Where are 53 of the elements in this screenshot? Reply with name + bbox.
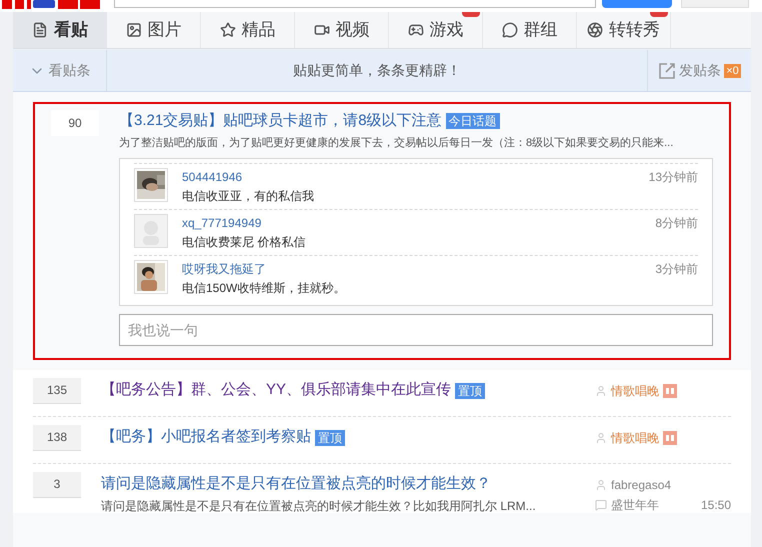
post-title-link[interactable]: 【吧务】小吧报名者签到考察贴 [101, 426, 311, 449]
nav-tab[interactable]: 游戏 [389, 12, 483, 48]
post-title-link[interactable]: 【3.21交易贴】贴吧球员卡超市，请8级以下注意 [119, 110, 442, 132]
comment-time: 13分钟前 [648, 168, 698, 186]
nav-tab[interactable]: 图片 [107, 12, 201, 48]
username-link[interactable]: 504441946 [182, 168, 242, 186]
level-badge-icon [663, 430, 677, 444]
gamepad-icon [408, 22, 424, 38]
post-summary: 为了整洁贴吧的版面，为了贴吧更好更健康的发展下去，交易帖以后每日一发（注：8级以下如果要交易的只能来... [119, 136, 674, 151]
post-title-link[interactable]: 请问是隐藏属性是不是只有在位置被点亮的时候才能生效？ [101, 473, 491, 496]
wheel-icon [587, 22, 603, 38]
new-badge [462, 12, 480, 17]
comment-text: 电信收费莱尼 价格私信 [182, 234, 306, 250]
document-icon [32, 22, 48, 38]
count-badge: ×0 [724, 64, 741, 78]
author-link[interactable]: fabregaso4 [611, 476, 672, 494]
user-icon [595, 384, 607, 396]
nav-tab[interactable]: 看贴 [13, 12, 107, 48]
reply-input-field[interactable]: 我也说一句 [119, 314, 713, 346]
user-icon [595, 432, 607, 444]
reply-count: 138 [33, 424, 81, 450]
comment-text: 电信150W收特维斯，挂就秒。 [182, 280, 346, 296]
username-link[interactable]: xq_777194949 [182, 214, 262, 232]
post-title-link[interactable]: 【吧务公告】群、公会、YY、俱乐部请集中在此宣传 [101, 379, 452, 402]
reply-count: 3 [33, 472, 81, 498]
default-avatar-icon [134, 214, 168, 248]
nav-tab[interactable]: 精品 [201, 12, 295, 48]
reply-count: 135 [33, 378, 81, 404]
topic-tag: 今日话题 [446, 113, 500, 129]
nav-tab[interactable]: 转转秀 [577, 12, 671, 48]
username-link[interactable]: 哎呀我又拖延了 [182, 260, 266, 278]
last-reply-time: 15:50 [700, 498, 731, 512]
comment-time: 3分钟前 [655, 260, 698, 278]
last-reply-user: 盛世年年 [611, 498, 659, 512]
reply-icon [595, 498, 607, 510]
post-summary: 请问是隐藏属性是不是只有在位置被点亮的时候才能生效？比如我用阿扎尔 LRM... [101, 498, 537, 512]
chat-bubble-icon [502, 22, 518, 38]
star-icon [220, 22, 236, 38]
pinned-tag: 置顶 [315, 430, 345, 446]
nav-tab[interactable]: 视频 [295, 12, 389, 48]
level-badge-icon [663, 384, 677, 398]
post-bar-button[interactable]: 发贴条 ×0 [647, 50, 751, 91]
comment-text: 电信收亚亚，有的私信我 [182, 188, 315, 204]
nav-tab[interactable]: 群组 [483, 12, 577, 48]
pinned-tag: 置顶 [455, 382, 486, 398]
new-badge [650, 12, 668, 17]
comment-time: 8分钟前 [655, 214, 698, 232]
reply-count: 90 [51, 110, 99, 136]
image-icon [126, 22, 142, 38]
slogan-text: 贴贴更简单，条条更精辟！ [292, 61, 462, 80]
user-icon [595, 478, 607, 490]
view-bar-button[interactable]: 看贴条 [13, 50, 107, 91]
edit-icon [658, 62, 676, 80]
